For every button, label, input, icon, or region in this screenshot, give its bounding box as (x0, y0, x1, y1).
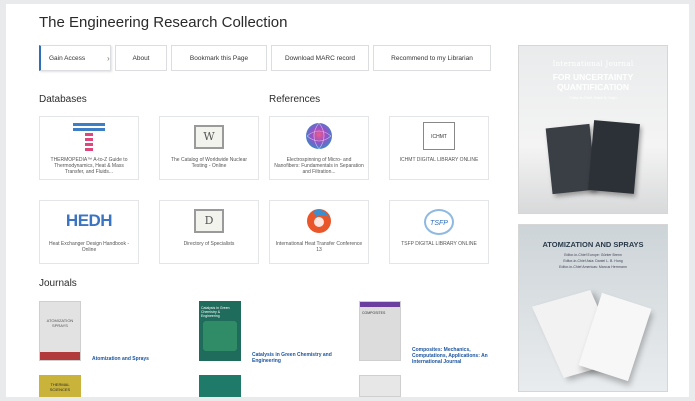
journal-cover-title: THERMAL SCIENCES (49, 382, 71, 392)
journal-cover-art (203, 321, 237, 351)
uncertainty-quantification-ad[interactable]: International Journal FOR UNCERTAINTY QU… (518, 45, 668, 214)
nuclear-catalog-logo-text: W (203, 130, 215, 143)
reference-card-ichmt[interactable]: ICHMT ICHMT DIGITAL LIBRARY ONLINE (389, 116, 489, 180)
ihtc-logo-icon (307, 209, 331, 233)
reference-card-electrospinning[interactable]: Electrospinning of Micro- and Nanofibers… (269, 116, 369, 180)
ad-book-cover-right (588, 120, 640, 194)
journal-cover-title: COMPOSITES (362, 311, 386, 315)
atomization-sprays-ad[interactable]: ATOMIZATION AND SPRAYS Editor-in-Chief E… (518, 224, 668, 392)
download-marc-button[interactable]: Download MARC record (271, 45, 369, 71)
reference-label: Electrospinning of Micro- and Nanofibers… (274, 157, 364, 175)
site-title: The Engineering Research Collection (39, 14, 288, 31)
journals-heading: Journals (39, 278, 77, 289)
hedh-logo-text: HEDH (65, 211, 113, 230)
thermopedia-logo-icon (73, 123, 105, 151)
journal-cover-band (360, 302, 400, 307)
database-label: THERMOPEDIA™ A-to-Z Guide to Thermodynam… (50, 157, 128, 175)
directory-logo-icon: D (194, 209, 224, 233)
journal-cover-title: ATOMIZATION SPRAYS (46, 318, 74, 328)
journal-link[interactable]: Atomization and Sprays (92, 356, 172, 362)
chevron-right-icon: › (107, 53, 110, 63)
gain-access-label: Gain Access (49, 54, 86, 62)
database-card-thermopedia[interactable]: THERMOPEDIA™ A-to-Z Guide to Thermodynam… (39, 116, 139, 180)
ad-line2b: QUANTIFICATION (556, 82, 630, 92)
action-bar: Gain Access › About Bookmark this Page D… (39, 45, 491, 71)
database-card-hedh[interactable]: HEDH Heat Exchanger Design Handbook - On… (39, 200, 139, 264)
ad-line2a: FOR UNCERTAINTY (552, 72, 634, 82)
hedh-logo-icon: HEDH (65, 211, 113, 231)
journal-link[interactable]: Composites: Mechanics, Computations, App… (412, 347, 497, 365)
ad2-editor2: Editor-in-Chief Asia: Daniel L. B. Hung (563, 259, 623, 263)
nuclear-catalog-logo-icon: W (194, 125, 224, 149)
journal-cover-catalysis[interactable]: Catalysis in Green Chemistry & Engineeri… (199, 301, 241, 361)
journal-cover-partial[interactable] (359, 375, 401, 397)
journal-link[interactable]: Catalysis in Green Chemistry and Enginee… (252, 352, 332, 364)
bookmark-button[interactable]: Bookmark this Page (171, 45, 267, 71)
journal-cover-thermal-sciences[interactable]: THERMAL SCIENCES (39, 375, 81, 397)
about-button[interactable]: About (115, 45, 167, 71)
database-label: The Catalog of Worldwide Nuclear Testing… (170, 157, 248, 169)
reference-label: ICHMT DIGITAL LIBRARY ONLINE (399, 157, 479, 163)
reference-label: TSFP DIGITAL LIBRARY ONLINE (401, 241, 477, 247)
database-label: Directory of Specialists (183, 241, 235, 247)
tsfp-logo-icon: TSFP (424, 209, 454, 235)
database-card-specialists[interactable]: D Directory of Specialists (159, 200, 259, 264)
tsfp-logo-text: TSFP (430, 220, 448, 227)
databases-heading: Databases (39, 94, 87, 105)
ad-line1: International Journal (552, 60, 634, 68)
journal-cover-title: Catalysis in Green Chemistry & Engineeri… (201, 306, 230, 318)
directory-logo-text: D (204, 214, 214, 227)
ad2-editor3: Editor-in-Chief Americas: Marcus Herrman… (559, 265, 627, 269)
ichmt-logo-icon: ICHMT (423, 122, 455, 150)
database-label: Heat Exchanger Design Handbook - Online (48, 241, 130, 253)
gain-access-button[interactable]: Gain Access › (39, 45, 111, 71)
journal-cover-atomization[interactable]: ATOMIZATION SPRAYS (39, 301, 81, 361)
recommend-librarian-button[interactable]: Recommend to my Librarian (373, 45, 491, 71)
references-heading: References (269, 94, 321, 105)
ichmt-logo-text: ICHMT (431, 134, 447, 140)
journal-cover-partial[interactable] (199, 375, 241, 397)
journal-cover-band (40, 352, 80, 360)
ad2-editor1: Editor-in-Chief Europe: Günter Brenn (564, 253, 622, 257)
reference-card-ihtc13[interactable]: International Heat Transfer Conference 1… (269, 200, 369, 264)
reference-card-tsfp[interactable]: TSFP TSFP DIGITAL LIBRARY ONLINE (389, 200, 489, 264)
database-card-nuclear-testing[interactable]: W The Catalog of Worldwide Nuclear Testi… (159, 116, 259, 180)
ad-editor: Editor-in-Chief: Habib N. Najm (569, 96, 617, 100)
reference-label: International Heat Transfer Conference 1… (275, 241, 363, 253)
electrospinning-logo-icon (306, 122, 332, 150)
ad2-title: ATOMIZATION AND SPRAYS (542, 240, 644, 249)
journal-cover-composites[interactable]: COMPOSITES (359, 301, 401, 361)
page: The Engineering Research Collection Gain… (6, 4, 689, 397)
